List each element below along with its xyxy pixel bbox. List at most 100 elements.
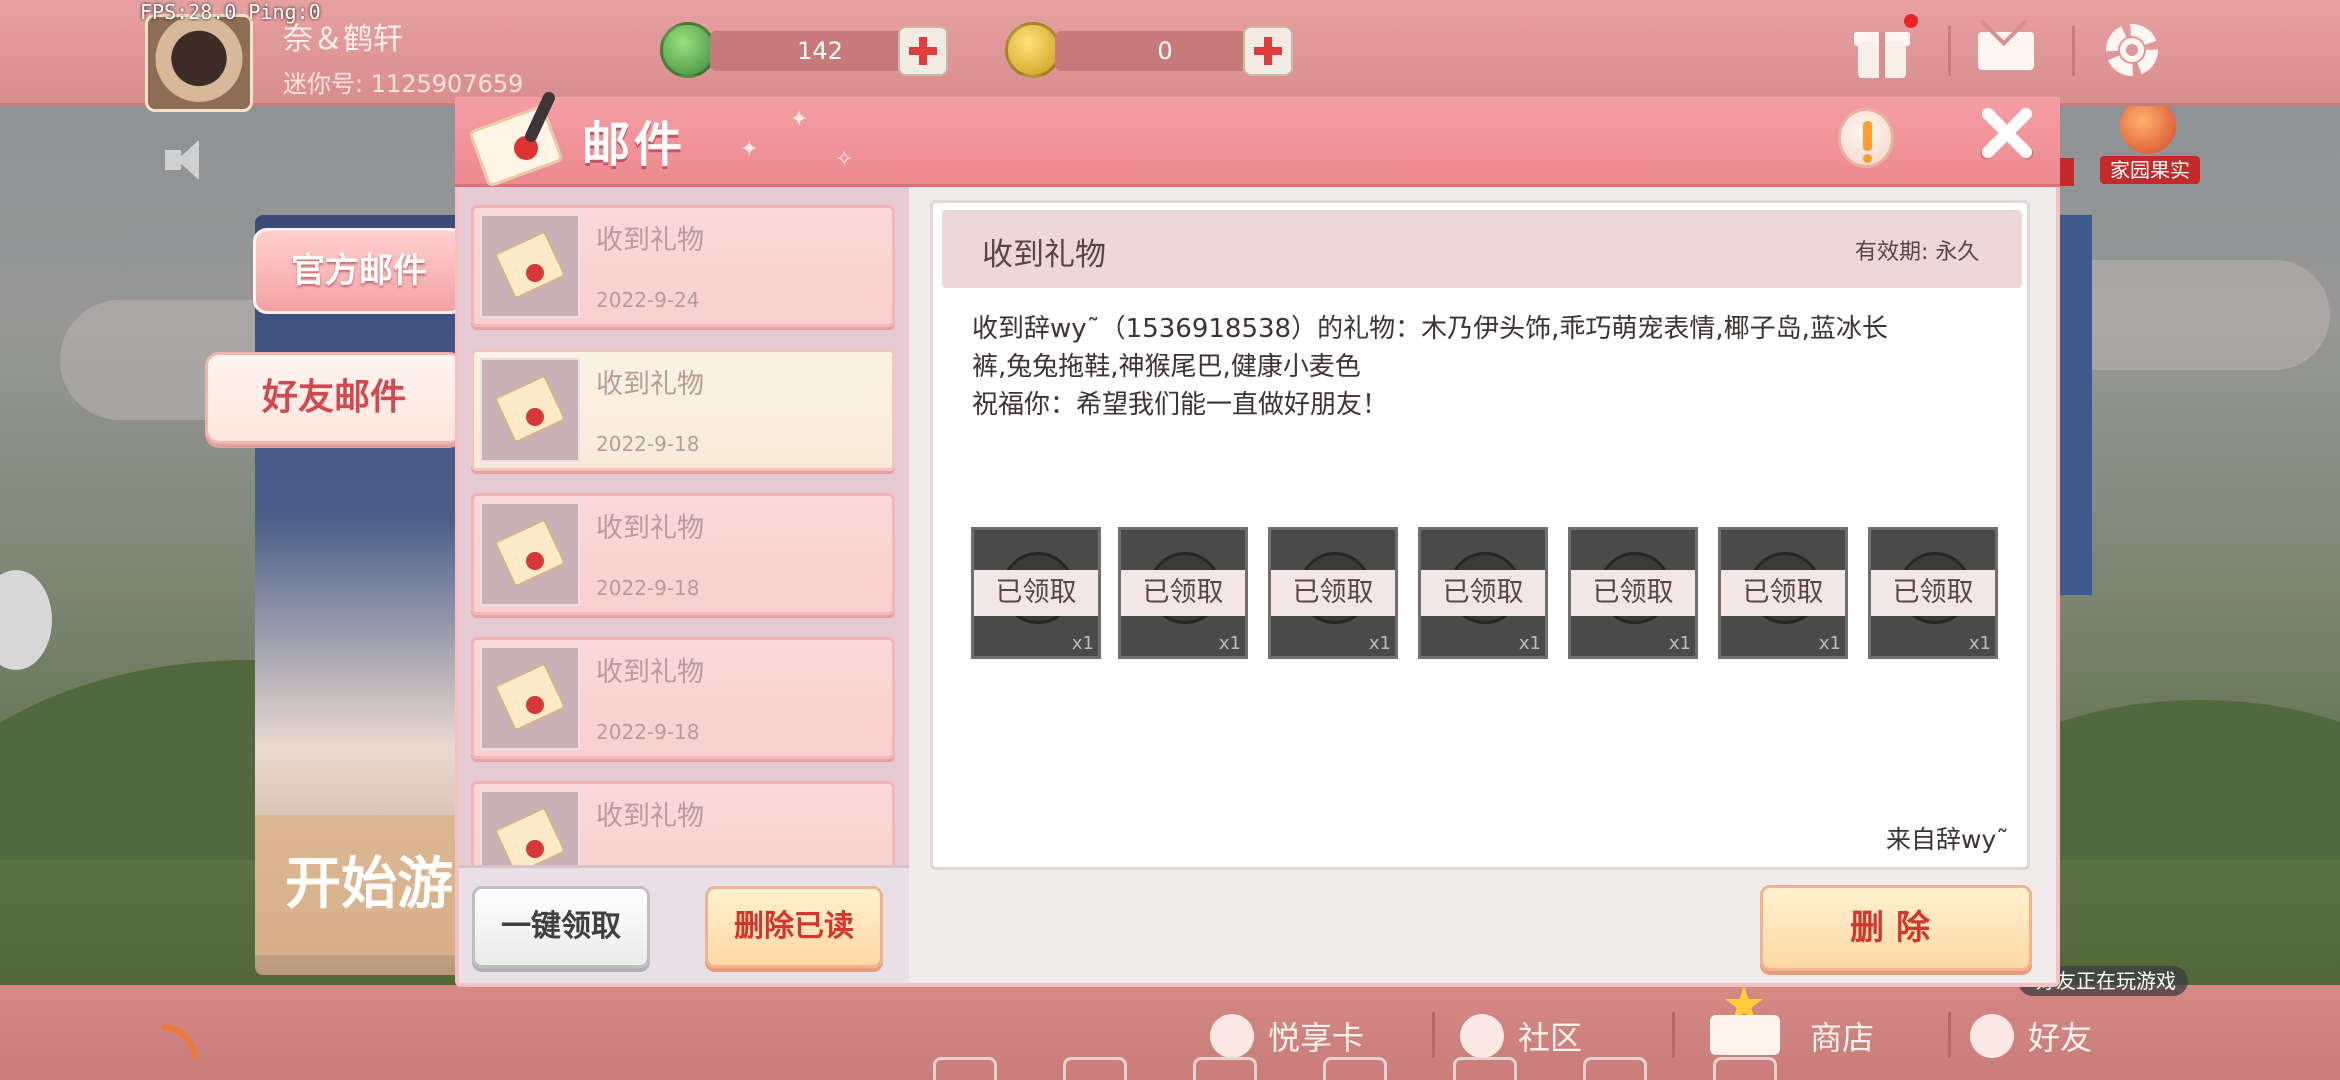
nav-friends[interactable]: 好友 xyxy=(1970,1012,2092,1060)
gold-currency-value: 0 xyxy=(1055,31,1275,71)
home-fruit-label: 家园果实 xyxy=(2100,156,2200,184)
attachment-item[interactable]: 已领取 x1 xyxy=(1268,527,1398,659)
avatar[interactable] xyxy=(145,14,253,112)
claimed-label: 已领取 xyxy=(1871,570,1995,616)
letter-icon xyxy=(480,790,580,865)
green-bean-icon xyxy=(660,22,716,78)
divider xyxy=(1948,1012,1951,1058)
claimed-label: 已领取 xyxy=(1421,570,1545,616)
speaker-icon[interactable] xyxy=(165,140,209,180)
list-item[interactable]: 收到礼物 2022-9-24 xyxy=(471,205,895,327)
mail-title: 收到礼物 xyxy=(982,237,1106,273)
claimed-label: 已领取 xyxy=(1121,570,1245,616)
sender-signature: 来自辞wy˜ xyxy=(1886,825,2009,854)
mail-subject: 收到礼物 xyxy=(596,657,704,688)
nav-vip-label: 悦享卡 xyxy=(1268,1019,1365,1057)
nav-community-label: 社区 xyxy=(1518,1019,1583,1057)
item-qty: x1 xyxy=(1071,633,1094,654)
item-qty: x1 xyxy=(1968,633,1991,654)
fruit-icon xyxy=(2120,98,2176,154)
mail-body: 收到辞wy˜（1536918538）的礼物：木乃伊头饰,乖巧萌宠表情,椰子岛,蓝… xyxy=(972,314,1888,420)
close-icon[interactable] xyxy=(1975,100,2035,164)
friend-icon xyxy=(1970,1014,2014,1058)
delete-read-button[interactable]: 删除已读 xyxy=(705,886,883,968)
mail-date: 2022-9-18 xyxy=(596,720,700,744)
item-qty: x1 xyxy=(1818,633,1841,654)
right-banner-art xyxy=(2060,215,2092,595)
pig-icon xyxy=(1210,1014,1254,1058)
attachment-item[interactable]: 已领取 x1 xyxy=(1868,527,1998,659)
sparkle-icon: ✧ xyxy=(835,147,854,172)
nav-community[interactable]: 社区 xyxy=(1460,1012,1582,1060)
claimed-label: 已领取 xyxy=(974,570,1098,616)
nav-vip-card[interactable]: 悦享卡 xyxy=(1210,1012,1364,1060)
mail-list[interactable]: 收到礼物 2022-9-24 收到礼物 2022-9-18 收到礼物 2022-… xyxy=(459,187,909,865)
add-green-currency-button[interactable] xyxy=(898,26,948,76)
pattern-icon xyxy=(1193,1057,1257,1080)
pattern-icon xyxy=(1323,1057,1387,1080)
community-icon xyxy=(1460,1014,1504,1058)
player-name: 奈＆鹤轩 xyxy=(283,22,403,57)
pattern-icon xyxy=(933,1057,997,1080)
gold-currency: 0 xyxy=(1005,22,1325,78)
list-item[interactable]: 收到礼物 2022-9-18 xyxy=(471,493,895,615)
letter-icon xyxy=(480,502,580,606)
pattern-icon xyxy=(1583,1057,1647,1080)
nav-shop[interactable]: 商店 xyxy=(1810,1012,1874,1060)
gear-icon[interactable] xyxy=(2102,20,2162,80)
divider xyxy=(1948,26,1951,76)
info-icon[interactable] xyxy=(1838,108,1894,168)
pattern-icon xyxy=(1713,1057,1777,1080)
divider xyxy=(1672,1012,1675,1058)
claimed-label: 已领取 xyxy=(1571,570,1695,616)
validity-label: 有效期: 永久 xyxy=(1855,240,1980,265)
letter-icon xyxy=(480,358,580,462)
gift-icon[interactable] xyxy=(1852,14,1918,80)
list-item[interactable]: 收到礼物 2022-9-18 xyxy=(471,637,895,759)
attachment-item[interactable]: 已领取 x1 xyxy=(1718,527,1848,659)
sparkle-icon: ✦ xyxy=(790,107,809,132)
mail-subject: 收到礼物 xyxy=(596,225,704,256)
claimed-label: 已领取 xyxy=(1271,570,1395,616)
sparkle-icon: ✦ xyxy=(740,137,759,162)
attachment-item[interactable]: 已领取 x1 xyxy=(1418,527,1548,659)
mail-subject: 收到礼物 xyxy=(596,513,704,544)
tab-friend-mail[interactable]: 好友邮件 xyxy=(205,352,463,444)
item-qty: x1 xyxy=(1518,633,1541,654)
attachment-item[interactable]: 已领取 x1 xyxy=(1118,527,1248,659)
collect-all-button[interactable]: 一键领取 xyxy=(472,886,650,968)
letter-icon xyxy=(468,89,566,188)
start-game-button[interactable]: 开始游 xyxy=(255,815,465,955)
tab-official-mail[interactable]: 官方邮件 xyxy=(253,228,465,314)
list-item-selected[interactable]: 收到礼物 2022-9-18 xyxy=(471,349,895,471)
divider xyxy=(1432,1012,1435,1058)
add-gold-currency-button[interactable] xyxy=(1243,26,1293,76)
home-fruit-button[interactable]: 家园果实 xyxy=(2100,98,2200,184)
mail-date: 2022-9-18 xyxy=(596,576,700,600)
green-currency-value: 142 xyxy=(710,31,930,71)
gold-coin-icon xyxy=(1005,22,1061,78)
nav-friends-label: 好友 xyxy=(2028,1019,2093,1057)
nav-shop-label: 商店 xyxy=(1810,1019,1875,1057)
item-qty: x1 xyxy=(1668,633,1691,654)
item-qty: x1 xyxy=(1218,633,1241,654)
delete-mail-button[interactable]: 删除 xyxy=(1760,885,2032,971)
letter-icon xyxy=(480,646,580,750)
pattern-icon xyxy=(1453,1057,1517,1080)
item-qty: x1 xyxy=(1368,633,1391,654)
letter-icon xyxy=(480,214,580,318)
dialog-title: 邮件 xyxy=(582,117,687,173)
mail-subject: 收到礼物 xyxy=(596,369,704,400)
mail-date: 2022-9-18 xyxy=(596,432,700,456)
mail-icon[interactable] xyxy=(1976,20,2036,80)
claimed-label: 已领取 xyxy=(1721,570,1845,616)
mail-dialog-header: ✦ ✦ ✧ xyxy=(455,97,2060,187)
list-item[interactable]: 收到礼物 xyxy=(471,781,895,865)
mail-subject: 收到礼物 xyxy=(596,801,704,832)
mail-date: 2022-9-24 xyxy=(596,288,700,312)
divider xyxy=(2072,26,2075,76)
attachment-item[interactable]: 已领取 x1 xyxy=(971,527,1101,659)
notification-dot xyxy=(1904,14,1918,28)
pattern-icon xyxy=(1063,1057,1127,1080)
attachment-item[interactable]: 已领取 x1 xyxy=(1568,527,1698,659)
